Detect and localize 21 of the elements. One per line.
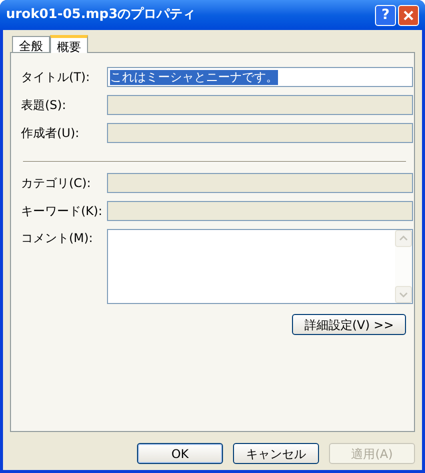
dialog-button[interactable]: キャンセル — [233, 443, 319, 464]
input-field[interactable]: これはミーシャとニーナです。 — [107, 67, 413, 87]
field-label: キーワード(K): — [21, 203, 104, 220]
field-label: タイトル(T): — [21, 69, 91, 86]
scroll-up-icon[interactable] — [395, 230, 412, 247]
scrollbar[interactable] — [395, 230, 412, 303]
close-icon — [403, 10, 414, 20]
close-button[interactable] — [398, 4, 419, 26]
scroll-down-icon[interactable] — [395, 286, 412, 303]
field-label: カテゴリ(C): — [21, 175, 92, 192]
field-value: これはミーシャとニーナです。 — [110, 70, 278, 84]
tab[interactable]: 全般 — [12, 36, 50, 52]
comment-field[interactable] — [107, 229, 413, 304]
field-label: 作成者(U): — [21, 125, 80, 142]
window-title: urok01-05.mp3のプロパティ — [6, 6, 197, 24]
tab[interactable]: 概要 — [50, 35, 88, 53]
advanced-button[interactable]: 詳細設定(V) >> — [292, 314, 406, 335]
field-label: 表題(S): — [21, 97, 68, 114]
field-label: コメント(M): — [21, 230, 94, 247]
help-button[interactable]: ? — [375, 4, 396, 26]
dialog-button[interactable]: OK — [137, 443, 223, 464]
